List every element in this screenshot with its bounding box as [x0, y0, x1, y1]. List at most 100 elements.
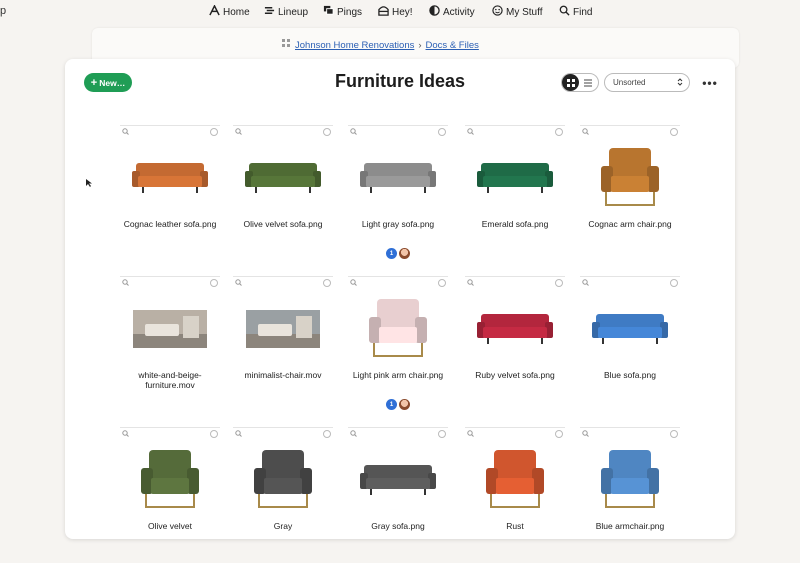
select-checkbox[interactable]	[323, 279, 331, 287]
tile-divider	[465, 125, 565, 126]
select-checkbox[interactable]	[210, 128, 218, 136]
zoom-icon[interactable]	[582, 430, 589, 437]
tile-divider	[465, 276, 565, 277]
file-tile[interactable]: Ruby velvet sofa.png	[465, 276, 565, 412]
nav-lineup[interactable]: Lineup	[264, 5, 308, 19]
zoom-icon[interactable]	[582, 128, 589, 135]
comment-count-badge[interactable]: 1	[386, 399, 397, 410]
list-view-icon[interactable]	[579, 74, 596, 91]
comment-count-badge[interactable]: 1	[386, 248, 397, 259]
select-checkbox[interactable]	[438, 279, 446, 287]
file-name[interactable]: Blue sofa.png	[580, 370, 680, 380]
file-thumbnail[interactable]	[585, 141, 675, 215]
file-name[interactable]: Cognac leather sofa.png	[120, 219, 220, 229]
tile-divider	[233, 276, 333, 277]
file-thumbnail[interactable]	[470, 443, 560, 517]
select-checkbox[interactable]	[670, 128, 678, 136]
file-thumbnail[interactable]	[125, 443, 215, 517]
file-thumbnail[interactable]	[585, 292, 675, 366]
file-name[interactable]: Gray	[233, 521, 333, 531]
file-thumbnail[interactable]	[470, 141, 560, 215]
nav-label: Lineup	[278, 6, 309, 18]
file-name[interactable]: Ruby velvet sofa.png	[465, 370, 565, 380]
file-thumbnail[interactable]	[353, 141, 443, 215]
zoom-icon[interactable]	[235, 279, 242, 286]
file-name[interactable]: minimalist-chair.mov	[233, 370, 333, 380]
file-name[interactable]: Rust	[465, 521, 565, 531]
file-tile[interactable]: minimalist-chair.mov	[233, 276, 333, 412]
zoom-icon[interactable]	[582, 279, 589, 286]
select-checkbox[interactable]	[555, 128, 563, 136]
nav-find[interactable]: Find	[559, 5, 592, 19]
select-checkbox[interactable]	[670, 430, 678, 438]
zoom-icon[interactable]	[467, 430, 474, 437]
file-tile[interactable]: Cognac leather sofa.png	[120, 125, 220, 261]
nav-my-stuff[interactable]: My Stuff	[492, 5, 543, 19]
zoom-icon[interactable]	[350, 279, 357, 286]
zoom-icon[interactable]	[467, 128, 474, 135]
zoom-icon[interactable]	[235, 128, 242, 135]
file-thumbnail[interactable]	[238, 141, 328, 215]
nav-label: Pings	[337, 6, 363, 18]
file-tile[interactable]: Blue armchair.png	[580, 427, 680, 563]
file-name[interactable]: Emerald sofa.png	[465, 219, 565, 229]
file-name[interactable]: Blue armchair.png	[580, 521, 680, 531]
file-name[interactable]: Cognac arm chair.png	[580, 219, 680, 229]
file-tile[interactable]: Emerald sofa.png	[465, 125, 565, 261]
file-tile[interactable]: Olive velvet	[120, 427, 220, 563]
file-thumbnail[interactable]	[125, 141, 215, 215]
zoom-icon[interactable]	[350, 430, 357, 437]
file-thumbnail[interactable]	[238, 443, 328, 517]
file-tile[interactable]: Cognac arm chair.png	[580, 125, 680, 261]
file-tile[interactable]: Light pink arm chair.png 1	[348, 276, 448, 412]
home-icon	[209, 4, 220, 19]
file-name[interactable]: Gray sofa.png	[348, 521, 448, 531]
select-checkbox[interactable]	[210, 430, 218, 438]
hey-icon	[378, 5, 389, 19]
file-thumbnail[interactable]	[353, 292, 443, 366]
nav-hey[interactable]: Hey!	[378, 5, 413, 19]
select-checkbox[interactable]	[670, 279, 678, 287]
select-checkbox[interactable]	[323, 430, 331, 438]
file-tile[interactable]: Olive velvet sofa.png	[233, 125, 333, 261]
select-checkbox[interactable]	[555, 279, 563, 287]
select-checkbox[interactable]	[210, 279, 218, 287]
file-tile[interactable]: white-and-beige-furniture.mov	[120, 276, 220, 412]
zoom-icon[interactable]	[122, 128, 129, 135]
file-thumbnail[interactable]	[585, 443, 675, 517]
file-tile[interactable]: Rust	[465, 427, 565, 563]
zoom-icon[interactable]	[467, 279, 474, 286]
sort-select[interactable]: Unsorted	[604, 73, 690, 92]
more-options-button[interactable]: •••	[700, 73, 720, 92]
file-tile[interactable]: Light gray sofa.png 1	[348, 125, 448, 261]
file-thumbnail[interactable]	[238, 292, 328, 366]
file-thumbnail[interactable]	[125, 292, 215, 366]
zoom-icon[interactable]	[350, 128, 357, 135]
grid-view-icon[interactable]	[562, 74, 579, 91]
file-tile[interactable]: Gray sofa.png	[348, 427, 448, 563]
zoom-icon[interactable]	[122, 279, 129, 286]
select-checkbox[interactable]	[555, 430, 563, 438]
grid-icon	[282, 39, 291, 51]
new-button[interactable]: + New…	[84, 73, 132, 92]
tile-divider	[580, 125, 680, 126]
nav-activity[interactable]: Activity	[429, 5, 475, 19]
nav-home[interactable]: Home	[209, 4, 250, 19]
file-name[interactable]: Light gray sofa.png	[348, 219, 448, 229]
file-thumbnail[interactable]	[470, 292, 560, 366]
select-checkbox[interactable]	[438, 430, 446, 438]
breadcrumb-docs-files-link[interactable]: Docs & Files	[426, 40, 479, 51]
select-checkbox[interactable]	[323, 128, 331, 136]
file-thumbnail[interactable]	[353, 443, 443, 517]
file-name[interactable]: Light pink arm chair.png	[348, 370, 448, 380]
file-tile[interactable]: Gray	[233, 427, 333, 563]
file-name[interactable]: white-and-beige-furniture.mov	[120, 370, 220, 390]
zoom-icon[interactable]	[235, 430, 242, 437]
nav-pings[interactable]: Pings	[323, 5, 362, 19]
zoom-icon[interactable]	[122, 430, 129, 437]
breadcrumb-project-link[interactable]: Johnson Home Renovations	[295, 40, 414, 51]
file-name[interactable]: Olive velvet	[120, 521, 220, 531]
file-name[interactable]: Olive velvet sofa.png	[233, 219, 333, 229]
file-tile[interactable]: Blue sofa.png	[580, 276, 680, 412]
select-checkbox[interactable]	[438, 128, 446, 136]
